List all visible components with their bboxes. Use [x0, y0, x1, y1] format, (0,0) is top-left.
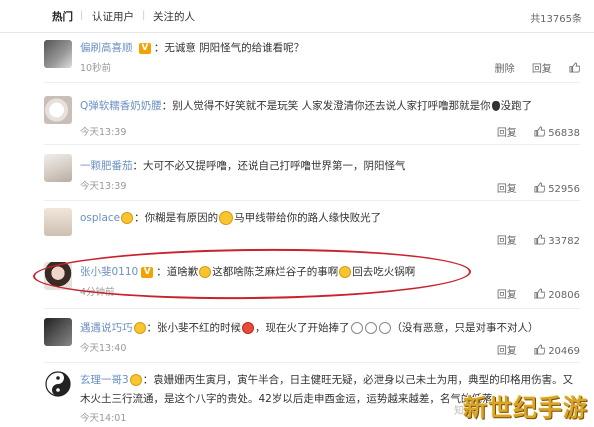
emoji-icon: [242, 322, 254, 334]
divider: [44, 144, 580, 145]
reply-link[interactable]: 回复: [497, 236, 517, 247]
like-button[interactable]: 20469: [534, 344, 580, 357]
comment-actions: 回复 56838: [483, 124, 580, 139]
comment-username[interactable]: 一颗肥番茄: [80, 160, 133, 172]
comment-text-tail: （没有恶意，只是对事不对人）: [391, 322, 539, 334]
emoji-icon: [133, 322, 146, 334]
thumb-up-icon: [569, 62, 580, 73]
comment-time: 今天13:39: [80, 181, 127, 192]
comment-item: 偏刷高喜顺 V ：无诚意 阴阳怪气的给谁看呢？ 10秒前 删除 回复: [0, 32, 594, 80]
comment-item: 一颗肥番茄：大可不必又提呼噜，还说自己打呼噜世界第一，阴阳怪气 今天13:39 …: [0, 148, 594, 200]
comment-text-tail: 没跑了: [500, 100, 533, 112]
reply-link[interactable]: 回复: [497, 184, 517, 195]
comment-username[interactable]: 遇遇说巧巧: [80, 322, 133, 334]
avatar[interactable]: [44, 318, 72, 346]
emoji-icon: [350, 322, 363, 334]
divider: [44, 308, 580, 309]
comment-time: 10秒前: [80, 63, 112, 74]
emoji-icon: [121, 212, 134, 224]
comment-actions: 回复 33782: [483, 232, 580, 247]
emoji-icon: [364, 322, 377, 334]
emoji-icon: [378, 322, 391, 334]
divider: [44, 82, 580, 83]
reply-link[interactable]: 回复: [497, 290, 517, 301]
thumb-up-icon: [534, 288, 545, 299]
thumb-up-icon: [534, 126, 545, 137]
thumb-up-icon: [534, 234, 545, 245]
comment-text: 张小斐不红的时候: [157, 322, 241, 334]
comment-text: 别人觉得不好笑就不是玩笑 人家发澄清你还去说人家打呼噜那就是你: [172, 100, 491, 112]
emoji-icon: [491, 101, 500, 111]
comment-username[interactable]: osplace: [80, 212, 120, 224]
site-watermark-logo: 新世纪手游: [463, 394, 588, 422]
comment-line: 遇遇说巧巧 ：张小斐不红的时候 ，现在火了开始捧了 （没有恶意，只是对事不对人）: [80, 322, 539, 334]
like-count: 33782: [548, 236, 580, 247]
tab-separator: |: [142, 10, 146, 21]
tab-hot[interactable]: 热门: [52, 9, 73, 24]
comment-actions: 回复 20469: [483, 342, 580, 357]
comment-text: 袁姗姗丙生寅月，寅午半合，日主健旺无疑，必泄身以己未土为用，典型的印格用伤害。又: [153, 374, 574, 386]
divider: [44, 200, 580, 201]
comment-actions: 回复 52956: [483, 180, 580, 195]
comment-actions: 删除 回复: [481, 60, 580, 75]
comment-text: 你糊是有原因的: [144, 212, 219, 224]
comment-text: 无诚意 阴阳怪气的给谁看呢？: [164, 42, 305, 54]
comment-item: 遇遇说巧巧 ：张小斐不红的时候 ，现在火了开始捧了 （没有恶意，只是对事不对人） 今天…: [0, 312, 594, 362]
thumb-up-icon: [534, 182, 545, 193]
comment-username[interactable]: Q弹软糯香奶奶腰: [80, 100, 162, 112]
divider: [44, 362, 580, 363]
comment-username[interactable]: 偏刷高喜顺: [80, 42, 133, 54]
tab-separator: |: [80, 10, 84, 21]
thumb-up-icon: [534, 344, 545, 355]
like-button[interactable]: 20806: [534, 288, 580, 301]
yin-yang-icon: [45, 371, 71, 397]
comment-line: Q弹软糯香奶奶腰：别人觉得不好笑就不是玩笑 人家发澄清你还去说人家打呼噜那就是你…: [80, 100, 533, 112]
like-count: 20469: [548, 346, 580, 357]
avatar[interactable]: [44, 96, 72, 124]
comment-text-mid: ，现在火了开始捧了: [255, 322, 350, 334]
avatar[interactable]: [44, 154, 72, 182]
comment-item: osplace ：你糊是有原因的 马甲线带给你的路人缘快败光了 回复 33782: [0, 202, 594, 252]
avatar[interactable]: [44, 40, 72, 68]
comment-time: 今天14:01: [80, 413, 127, 424]
comment-actions: 回复 20806: [483, 286, 580, 301]
comment-line: 一颗肥番茄：大可不必又提呼噜，还说自己打呼噜世界第一，阴阳怪气: [80, 160, 406, 172]
emoji-icon: [129, 374, 142, 386]
like-count: 52956: [548, 184, 580, 195]
comment-total-count: 共13765条: [530, 14, 582, 25]
reply-link[interactable]: 回复: [532, 64, 552, 75]
comment-filter-tabs: 热门 | 认证用户 | 关注的人 共13765条: [0, 0, 594, 33]
like-count: 20806: [548, 290, 580, 301]
comment-time: 今天13:39: [80, 127, 127, 138]
comment-line: osplace ：你糊是有原因的 马甲线带给你的路人缘快败光了: [80, 211, 382, 225]
avatar[interactable]: [44, 208, 72, 236]
tab-following[interactable]: 关注的人: [153, 9, 195, 24]
verified-badge-icon: V: [138, 42, 151, 54]
tab-verified-users[interactable]: 认证用户: [92, 9, 134, 24]
comment-line: 偏刷高喜顺 V ：无诚意 阴阳怪气的给谁看呢？: [80, 42, 305, 54]
delete-link[interactable]: 删除: [495, 64, 515, 75]
like-count: 56838: [548, 128, 580, 139]
comment-text-line2: 木火土三行流通，是这个八字的贵处。42岁以后走申酉金运，运势越来越差，名气的低落…: [80, 393, 503, 405]
reply-link[interactable]: 回复: [497, 128, 517, 139]
emoji-icon: [219, 211, 234, 225]
comment-line: 玄理一哥3 ：袁姗姗丙生寅月，寅午半合，日主健旺无疑，必泄身以己未土为用，典型的印…: [80, 374, 574, 386]
reply-link[interactable]: 回复: [497, 346, 517, 357]
like-button[interactable]: 33782: [534, 234, 580, 247]
like-button[interactable]: [569, 62, 580, 75]
comment-text-tail: 马甲线带给你的路人缘快败光了: [234, 212, 382, 224]
like-button[interactable]: 56838: [534, 126, 580, 139]
comment-text: 大可不必又提呼噜，还说自己打呼噜世界第一，阴阳怪气: [143, 160, 406, 172]
comment-time: 今天13:40: [80, 343, 127, 354]
comment-item: Q弹软糯香奶奶腰：别人觉得不好笑就不是玩笑 人家发澄清你还去说人家打呼噜那就是你…: [0, 90, 594, 142]
like-button[interactable]: 52956: [534, 182, 580, 195]
comment-username[interactable]: 玄理一哥3: [80, 374, 129, 386]
avatar[interactable]: [44, 370, 72, 398]
